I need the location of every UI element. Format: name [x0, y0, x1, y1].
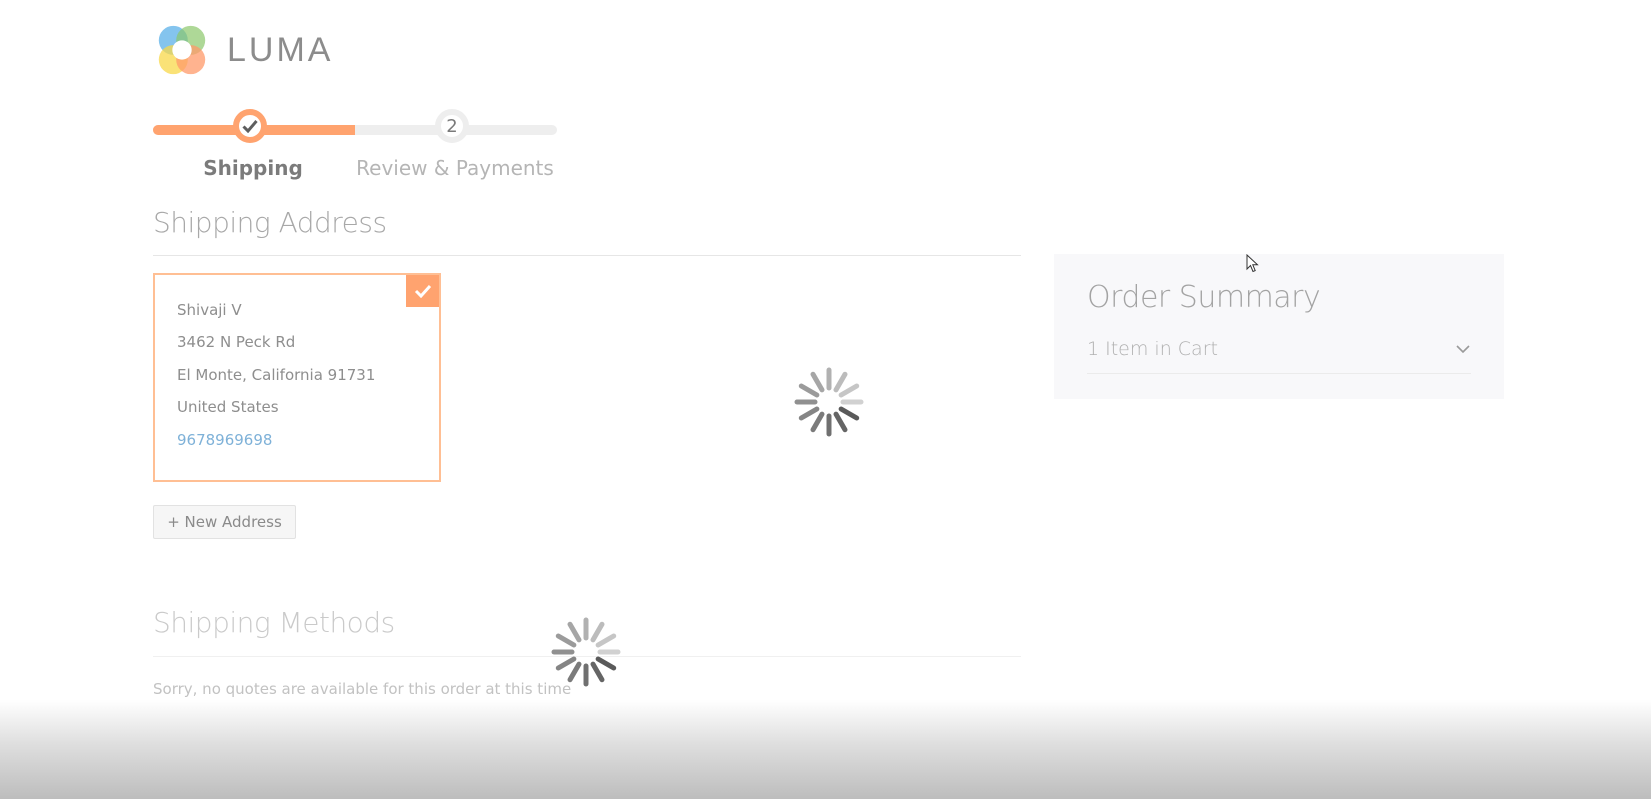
spinner-bar: [838, 383, 860, 398]
summary-divider: [1087, 373, 1471, 374]
spinner-bar: [595, 633, 617, 648]
address-city-region-zip: El Monte, California 91731: [177, 366, 376, 384]
step-review-payments-circle[interactable]: 2: [435, 109, 469, 143]
loading-spinner-icon: [551, 617, 621, 687]
spinner-bar: [798, 406, 820, 421]
spinner-bar: [590, 621, 605, 643]
order-summary-panel: Order Summary 1 Item in Cart: [1054, 254, 1504, 399]
order-summary-title: Order Summary: [1087, 280, 1321, 315]
checkmark-icon: [414, 284, 431, 298]
spinner-bar: [590, 661, 605, 683]
spinner-bar: [595, 656, 617, 671]
spinner-bar: [567, 621, 582, 643]
address-country: United States: [177, 398, 279, 416]
spinner-bar: [567, 661, 582, 683]
spinner-bar: [838, 406, 860, 421]
logo-text: LUMA: [227, 30, 334, 69]
chevron-down-icon[interactable]: [1455, 343, 1471, 355]
spinner-bar: [833, 371, 848, 393]
spinner-bar: [810, 371, 825, 393]
spinner-bar: [798, 383, 820, 398]
step-shipping-circle[interactable]: [233, 109, 267, 143]
spinner-bar: [555, 656, 577, 671]
section-divider: [153, 255, 1021, 256]
address-name: Shivaji V: [177, 301, 242, 319]
checkmark-icon: [242, 120, 258, 133]
no-quotes-message: Sorry, no quotes are available for this …: [153, 680, 572, 698]
new-address-button[interactable]: + New Address: [153, 505, 296, 539]
shipping-address-title: Shipping Address: [153, 206, 387, 239]
address-phone-link[interactable]: 9678969698: [177, 431, 272, 449]
step-review-payments-label[interactable]: Review & Payments: [356, 156, 554, 180]
shipping-address-card[interactable]: Shivaji V 3462 N Peck Rd El Monte, Calif…: [153, 273, 441, 482]
spinner-bar: [555, 633, 577, 648]
luma-logo-icon: [158, 25, 206, 75]
mouse-cursor-icon: [1246, 254, 1259, 273]
address-street: 3462 N Peck Rd: [177, 333, 296, 351]
step-number: 2: [446, 115, 458, 137]
spinner-bar: [833, 411, 848, 433]
luma-logo[interactable]: LUMA: [153, 22, 333, 78]
spinner-bar: [810, 411, 825, 433]
step-shipping-label[interactable]: Shipping: [203, 156, 303, 180]
bottom-overlay: [0, 700, 1651, 799]
shipping-methods-title: Shipping Methods: [153, 606, 395, 639]
loading-spinner-icon: [794, 367, 864, 437]
items-in-cart-toggle[interactable]: 1 Item in Cart: [1087, 338, 1218, 360]
selected-address-badge: [406, 275, 439, 307]
